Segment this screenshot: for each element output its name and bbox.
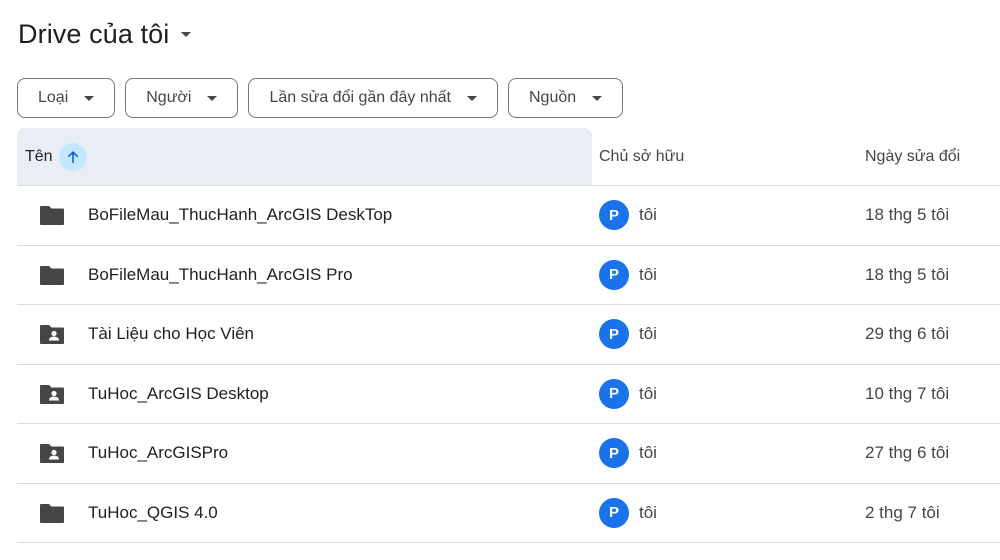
- modified-date: 10 thg 7 tôi: [865, 383, 950, 403]
- modified-date: 29 thg 6 tôi: [865, 324, 950, 344]
- owner-cell: P tôi: [599, 186, 657, 245]
- avatar: P: [599, 497, 629, 528]
- table-row[interactable]: TuHoc_QGIS 4.0 P tôi 2 thg 7 tôi: [17, 484, 1000, 543]
- file-list: Tên Chủ sở hữu Ngày sửa đổi BoFileMau_Th…: [17, 128, 1000, 543]
- column-header-owner[interactable]: Chủ sở hữu: [599, 128, 684, 185]
- shared-folder-icon: [40, 444, 64, 464]
- caret-down-icon: [466, 95, 477, 101]
- modified-date: 18 thg 5 tôi: [865, 205, 950, 225]
- avatar: P: [599, 200, 629, 231]
- column-header-name[interactable]: Tên: [17, 128, 592, 185]
- owner-name: tôi: [639, 383, 657, 403]
- avatar: P: [599, 438, 629, 469]
- folder-icon: [40, 206, 64, 226]
- page-title: Drive của tôi: [18, 18, 170, 49]
- drive-title-menu[interactable]: Drive của tôi: [18, 14, 192, 54]
- filter-people-chip[interactable]: Người: [125, 78, 239, 118]
- owner-name: tôi: [639, 205, 657, 225]
- caret-down-icon: [592, 95, 603, 101]
- table-header: Tên Chủ sở hữu Ngày sửa đổi: [17, 128, 1000, 186]
- avatar: P: [599, 378, 629, 409]
- file-name: TuHoc_ArcGISPro: [88, 443, 229, 463]
- column-name-label: Tên: [25, 147, 53, 165]
- table-row[interactable]: TuHoc_ArcGIS Desktop P tôi 10 thg 7 tôi: [17, 365, 1000, 424]
- avatar: P: [599, 259, 629, 290]
- owner-name: tôi: [639, 324, 657, 344]
- chip-label: Người: [146, 89, 192, 106]
- table-row[interactable]: BoFileMau_ThucHanh_ArcGIS DeskTop P tôi …: [17, 186, 1000, 246]
- chip-label: Loại: [38, 89, 69, 106]
- table-row[interactable]: TuHoc_ArcGISPro P tôi 27 thg 6 tôi: [17, 424, 1000, 484]
- owner-cell: P tôi: [599, 246, 657, 305]
- chip-label: Nguồn: [528, 89, 577, 106]
- modified-date: 18 thg 5 tôi: [865, 264, 950, 284]
- table-row[interactable]: Tài Liệu cho Học Viên P tôi 29 thg 6 tôi: [17, 305, 1000, 365]
- filter-type-chip[interactable]: Loại: [17, 78, 116, 118]
- owner-cell: P tôi: [599, 305, 657, 364]
- file-name: Tài Liệu cho Học Viên: [88, 324, 255, 344]
- shared-folder-icon: [40, 384, 64, 404]
- file-name: TuHoc_ArcGIS Desktop: [88, 383, 269, 403]
- table-row[interactable]: BoFileMau_ThucHanh_ArcGIS Pro P tôi 18 t…: [17, 246, 1000, 305]
- avatar: P: [599, 319, 629, 350]
- modified-date: 27 thg 6 tôi: [865, 443, 950, 463]
- caret-down-icon: [207, 95, 218, 101]
- owner-name: tôi: [639, 502, 657, 522]
- file-name: BoFileMau_ThucHanh_ArcGIS DeskTop: [88, 205, 393, 225]
- folder-icon: [40, 265, 64, 285]
- owner-name: tôi: [639, 443, 657, 463]
- filter-modified-chip[interactable]: Lần sửa đổi gần đây nhất: [248, 78, 498, 118]
- caret-down-icon: [84, 95, 95, 101]
- folder-icon: [40, 503, 64, 523]
- file-name: TuHoc_QGIS 4.0: [88, 502, 218, 522]
- sort-direction-button[interactable]: [58, 142, 87, 171]
- arrow-up-icon: [67, 150, 78, 163]
- shared-folder-icon: [40, 325, 64, 345]
- chip-label: Lần sửa đổi gần đây nhất: [269, 89, 451, 106]
- filter-bar: Loại Người Lần sửa đổi gần đây nhất Nguồ…: [17, 78, 624, 118]
- column-header-modified[interactable]: Ngày sửa đổi: [865, 128, 960, 185]
- file-name: BoFileMau_ThucHanh_ArcGIS Pro: [88, 264, 353, 284]
- caret-down-icon: [181, 31, 192, 37]
- owner-cell: P tôi: [599, 365, 657, 424]
- owner-cell: P tôi: [599, 424, 657, 483]
- modified-date: 2 thg 7 tôi: [865, 502, 940, 522]
- filter-source-chip[interactable]: Nguồn: [507, 78, 624, 118]
- owner-cell: P tôi: [599, 484, 657, 543]
- owner-name: tôi: [639, 264, 657, 284]
